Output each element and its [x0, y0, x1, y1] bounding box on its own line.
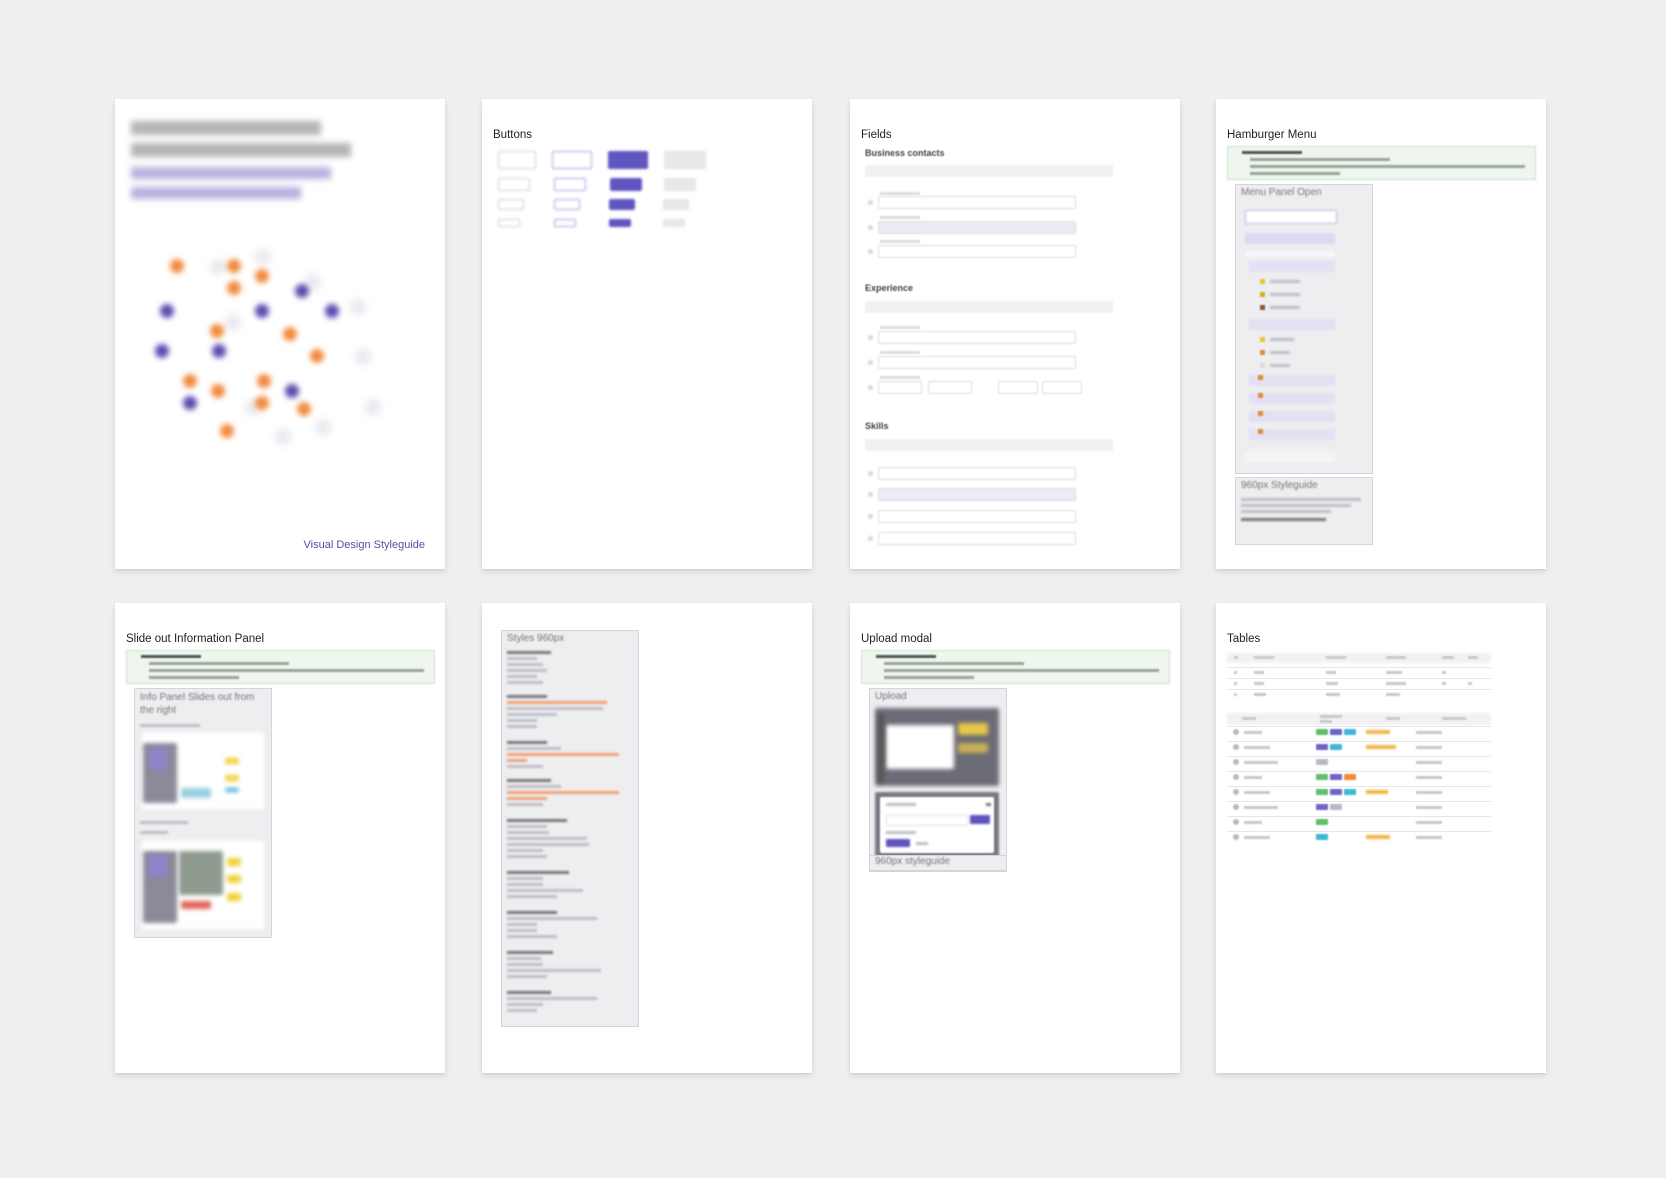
table-row-decoration — [1330, 804, 1342, 810]
table-row-decoration — [1316, 729, 1328, 735]
page-title: Tables — [1227, 633, 1261, 645]
table-row-decoration — [1316, 774, 1328, 780]
table-row-decoration — [1316, 759, 1328, 765]
sample-button-primary-lg — [608, 151, 648, 169]
page-title: Buttons — [493, 129, 532, 141]
sample-button-default-xs — [498, 219, 520, 227]
cover-page: ​ Visual — [115, 99, 445, 569]
how-to-use-note — [861, 650, 1170, 684]
table-row-decoration — [1366, 790, 1388, 794]
how-to-use-note — [126, 650, 435, 684]
page-title: Slide out Information Panel — [126, 633, 265, 645]
sample-button-disabled-xs — [663, 219, 685, 227]
table-row-decoration — [1233, 819, 1239, 825]
table-row-decoration — [1233, 759, 1239, 765]
table-row-decoration — [1344, 789, 1356, 795]
upload-footer-title: 960px styleguide — [875, 856, 951, 867]
table-row-decoration — [1416, 776, 1442, 779]
styles-title: Styles 960px — [507, 633, 565, 644]
table-row-decoration — [1227, 741, 1491, 742]
table-row-decoration — [1227, 801, 1491, 802]
table-row-decoration — [1416, 836, 1442, 839]
table-row-decoration — [1233, 789, 1239, 795]
table-row-decoration — [1244, 731, 1262, 734]
menu-panel-title: Menu Panel Open — [1241, 187, 1322, 198]
table-row-decoration — [1344, 729, 1356, 735]
table-row-decoration — [1416, 806, 1442, 809]
table-row-decoration — [1316, 744, 1328, 750]
table-row-decoration — [1366, 835, 1390, 839]
table-row-decoration — [1233, 729, 1239, 735]
table-row-decoration — [1416, 821, 1442, 824]
sample-button-default-lg — [498, 151, 536, 169]
sample-button-outline-md — [554, 178, 586, 191]
section-experience: Experience — [865, 283, 914, 293]
sample-button-outline-xs — [554, 219, 576, 227]
upload-panel-title: Upload — [875, 691, 907, 702]
sample-button-outline-sm — [554, 199, 580, 210]
slideout-panel-page: Slide out Information Panel Info Panel S… — [115, 603, 445, 1073]
table-row-decoration — [1330, 729, 1342, 735]
table-row-decoration — [1416, 746, 1442, 749]
styles-frame — [501, 630, 639, 1027]
cover-heading-blurred: ​ — [131, 117, 361, 199]
table-row-decoration — [1227, 831, 1491, 832]
cover-footer-title: Visual Design Styleguide — [303, 539, 425, 551]
fields-page: Fields Business contacts Experience Skil… — [850, 99, 1180, 569]
table-row-decoration — [1244, 821, 1262, 824]
table-row-decoration — [1244, 746, 1270, 749]
table-row-decoration — [1316, 804, 1328, 810]
table-row-decoration — [1244, 776, 1262, 779]
sample-button-outline-lg — [552, 151, 592, 169]
table-row-decoration — [1227, 771, 1491, 772]
table-row-decoration — [1416, 761, 1442, 764]
table-row-decoration — [1330, 774, 1342, 780]
upload-modal-page: Upload modal Upload 960px styleguide — [850, 603, 1180, 1073]
info-panel-title: Info Panel Slides out from the right — [140, 692, 255, 716]
table-row-decoration — [1233, 834, 1239, 840]
sample-button-primary-xs — [609, 219, 631, 227]
page-title: Fields — [861, 129, 892, 141]
buttons-page: Buttons — [482, 99, 812, 569]
table-row-decoration — [1366, 730, 1390, 734]
sample-button-disabled-md — [664, 178, 696, 191]
table-row-decoration — [1233, 774, 1239, 780]
table-row-decoration — [1330, 789, 1342, 795]
table-row-decoration — [1227, 816, 1491, 817]
table-row-decoration — [1416, 731, 1442, 734]
hamburger-menu-page: Hamburger Menu Menu Panel Open 960px Sty… — [1216, 99, 1546, 569]
tables-page: Tables — [1216, 603, 1546, 1073]
section-skills: Skills — [865, 421, 889, 431]
sample-button-disabled-sm — [663, 199, 689, 210]
how-to-use-note — [1227, 146, 1536, 180]
table-row-decoration — [1244, 791, 1270, 794]
sample-button-disabled-lg — [664, 151, 706, 169]
table-row-decoration — [1316, 789, 1328, 795]
sample-button-default-sm — [498, 199, 524, 210]
table-row-decoration — [1344, 774, 1356, 780]
sample-button-default-md — [498, 178, 530, 191]
section-business-contacts: Business contacts — [865, 148, 945, 158]
table-row-decoration — [1244, 761, 1278, 764]
page-title: Hamburger Menu — [1227, 129, 1317, 141]
table-row-decoration — [1416, 791, 1442, 794]
table-row-decoration — [1244, 836, 1270, 839]
table-row-decoration — [1316, 819, 1328, 825]
sample-button-primary-md — [610, 178, 642, 191]
sample-button-primary-sm — [609, 199, 635, 210]
table-row-decoration — [1366, 745, 1396, 749]
table-row-decoration — [1227, 786, 1491, 787]
table-row-decoration — [1227, 756, 1491, 757]
table-row-decoration — [1227, 726, 1491, 727]
table-row-decoration — [1330, 744, 1342, 750]
table-row-decoration — [1233, 744, 1239, 750]
table-row-decoration — [1316, 834, 1328, 840]
table-row-decoration — [1233, 804, 1239, 810]
page-title: Upload modal — [861, 633, 932, 645]
styleguide-note-title: 960px Styleguide — [1241, 480, 1318, 491]
styles-page: Styles 960px — [482, 603, 812, 1073]
table-row-decoration — [1244, 806, 1278, 809]
